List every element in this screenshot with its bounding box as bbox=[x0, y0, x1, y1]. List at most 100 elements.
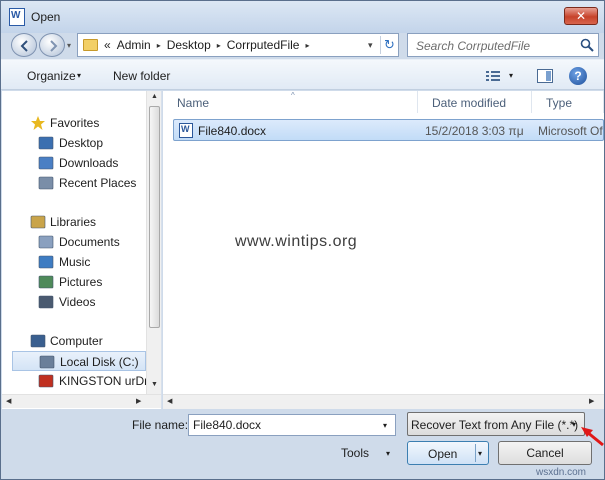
file-name-label: File name: bbox=[132, 418, 189, 432]
column-name-label: Name bbox=[177, 96, 210, 110]
tools-dropdown[interactable]: ▾ bbox=[386, 449, 390, 458]
file-type-select[interactable]: Recover Text from Any File (*.*) ▾ bbox=[407, 412, 585, 436]
sidebar-item-local-disk-c[interactable]: Local Disk (C:) bbox=[12, 351, 146, 371]
scroll-down-arrow[interactable]: ▼ bbox=[151, 381, 158, 388]
recent-locations-dropdown[interactable]: ▾ bbox=[67, 41, 71, 50]
usb-drive-icon bbox=[38, 374, 54, 388]
recent-places-icon bbox=[38, 176, 54, 190]
column-header-name[interactable]: Name ^ bbox=[163, 91, 418, 113]
sidebar-item-libraries[interactable]: Libraries bbox=[2, 212, 147, 232]
file-type-dropdown-arrow[interactable]: ▾ bbox=[572, 420, 576, 429]
sidebar-item-kingston-urdriv[interactable]: KINGSTON urDriv bbox=[2, 371, 157, 391]
sidebar-item-label: Downloads bbox=[59, 156, 119, 170]
address-bar[interactable]: « Admin ▸ Desktop ▸ CorrputedFile ▸ ▾ ↻ bbox=[77, 33, 399, 57]
sort-ascending-icon: ^ bbox=[291, 91, 295, 100]
breadcrumb-desktop[interactable]: Desktop bbox=[167, 38, 211, 52]
folder-icon bbox=[83, 39, 98, 51]
back-button[interactable] bbox=[11, 33, 37, 57]
column-type-label: Type bbox=[546, 96, 573, 110]
file-date-modified: 15/2/2018 3:03 πμ bbox=[425, 124, 524, 138]
breadcrumb-overflow[interactable]: « bbox=[104, 38, 111, 52]
back-arrow-icon bbox=[20, 40, 28, 52]
sidebar-item-music[interactable]: Music bbox=[2, 252, 147, 272]
sidebar-item-label: Libraries bbox=[50, 215, 97, 229]
sidebar-item-desktop[interactable]: Desktop bbox=[2, 133, 147, 153]
scroll-left-arrow[interactable]: ◀ bbox=[6, 397, 11, 405]
sidebar-item-downloads[interactable]: Downloads bbox=[2, 153, 147, 173]
change-view-icon[interactable] bbox=[485, 69, 501, 83]
open-button[interactable]: Open ▾ bbox=[407, 441, 489, 465]
open-split-divider bbox=[475, 444, 476, 462]
sidebar-item-computer[interactable]: Computer bbox=[2, 331, 147, 351]
sidebar-item-label: Favorites bbox=[50, 116, 100, 130]
open-label: Open bbox=[428, 447, 458, 461]
sidebar-item-favorites[interactable]: Favorites bbox=[2, 113, 147, 133]
site-watermark: wsxdn.com bbox=[536, 467, 587, 478]
file-name-dropdown[interactable]: ▾ bbox=[383, 421, 387, 430]
navigation-pane: New Volume (F:)KINGSTON urDrivLocal Disk… bbox=[2, 91, 162, 409]
column-header-date-modified[interactable]: Date modified bbox=[418, 91, 532, 113]
scroll-right-arrow[interactable]: ▶ bbox=[136, 397, 141, 405]
music-icon bbox=[38, 255, 54, 269]
tools-button[interactable]: Tools bbox=[341, 446, 369, 460]
scroll-thumb[interactable] bbox=[149, 106, 160, 328]
view-dropdown[interactable]: ▾ bbox=[509, 71, 513, 80]
file-row[interactable]: File840.docx 15/2/2018 3:03 πμ Microsoft… bbox=[173, 119, 604, 141]
local-disk-icon bbox=[39, 355, 55, 369]
search-icon[interactable] bbox=[580, 38, 594, 52]
sidebar-item-documents[interactable]: Documents bbox=[2, 232, 147, 252]
file-list-horizontal-scrollbar[interactable]: ◀ ▶ bbox=[163, 394, 604, 409]
preview-pane-icon[interactable] bbox=[537, 69, 553, 83]
sidebar-item-label: Local Disk (C:) bbox=[60, 355, 139, 369]
new-folder-button[interactable]: New folder bbox=[113, 69, 170, 83]
scroll-left-arrow[interactable]: ◀ bbox=[167, 397, 172, 405]
refresh-button[interactable]: ↻ bbox=[380, 36, 398, 54]
desktop-icon bbox=[38, 136, 54, 150]
sidebar-item-label: Videos bbox=[59, 295, 96, 309]
sidebar-item-label: Computer bbox=[50, 334, 103, 348]
breadcrumb-corrputedfile[interactable]: CorrputedFile bbox=[227, 38, 300, 52]
sidebar-item-pictures[interactable]: Pictures bbox=[2, 272, 147, 292]
file-name: File840.docx bbox=[198, 124, 267, 138]
organize-button[interactable]: Organize bbox=[27, 69, 76, 83]
open-dialog: Open ✕ ▾ « Admin ▸ Desktop ▸ CorrputedFi… bbox=[0, 0, 605, 480]
forward-arrow-icon bbox=[50, 40, 58, 52]
scroll-right-arrow[interactable]: ▶ bbox=[589, 397, 594, 405]
scroll-up-arrow[interactable]: ▲ bbox=[151, 93, 158, 100]
open-options-dropdown[interactable]: ▾ bbox=[478, 449, 482, 458]
search-input[interactable]: Search CorrputedFile bbox=[407, 33, 599, 57]
nav-vertical-scrollbar[interactable]: ▲ ▼ bbox=[146, 91, 161, 394]
column-date-label: Date modified bbox=[432, 96, 507, 110]
file-type-value: Recover Text from Any File (*.*) bbox=[411, 418, 579, 432]
sidebar-item-label: Pictures bbox=[59, 275, 103, 289]
file-name-input[interactable]: File840.docx ▾ bbox=[188, 414, 396, 436]
breadcrumb-separator[interactable]: ▸ bbox=[157, 41, 161, 50]
word-document-icon bbox=[179, 123, 193, 138]
star-icon bbox=[30, 116, 46, 130]
address-dropdown[interactable]: ▾ bbox=[368, 40, 373, 51]
column-header-type[interactable]: Type bbox=[532, 91, 604, 113]
breadcrumb-separator[interactable]: ▸ bbox=[305, 41, 309, 50]
forward-button[interactable] bbox=[39, 33, 65, 57]
videos-icon bbox=[38, 295, 54, 309]
breadcrumb-admin[interactable]: Admin bbox=[117, 38, 151, 52]
sidebar-item-recent-places[interactable]: Recent Places bbox=[2, 173, 147, 193]
sidebar-item-label: Music bbox=[59, 255, 91, 269]
navigation-row: ▾ « Admin ▸ Desktop ▸ CorrputedFile ▸ ▾ … bbox=[1, 33, 604, 59]
sidebar-item-videos[interactable]: Videos bbox=[2, 292, 147, 312]
file-type: Microsoft Of bbox=[538, 124, 603, 138]
nav-horizontal-scrollbar[interactable]: ◀ ▶ bbox=[2, 394, 161, 408]
help-icon[interactable]: ? bbox=[569, 67, 587, 85]
libraries-icon bbox=[30, 215, 46, 229]
organize-dropdown[interactable]: ▾ bbox=[77, 71, 81, 80]
pictures-icon bbox=[38, 275, 54, 289]
cancel-button[interactable]: Cancel bbox=[498, 441, 592, 465]
sidebar-item-label: Desktop bbox=[59, 136, 104, 150]
documents-icon bbox=[38, 235, 54, 249]
file-list: Name ^ Date modified Type File840.docx 1… bbox=[163, 91, 604, 409]
title-bar: Open ✕ bbox=[1, 1, 604, 33]
sidebar-item-label: Documents bbox=[59, 235, 120, 249]
close-button[interactable]: ✕ bbox=[564, 7, 598, 25]
sidebar-item-label: KINGSTON urDriv bbox=[59, 374, 157, 388]
breadcrumb-separator[interactable]: ▸ bbox=[217, 41, 221, 50]
